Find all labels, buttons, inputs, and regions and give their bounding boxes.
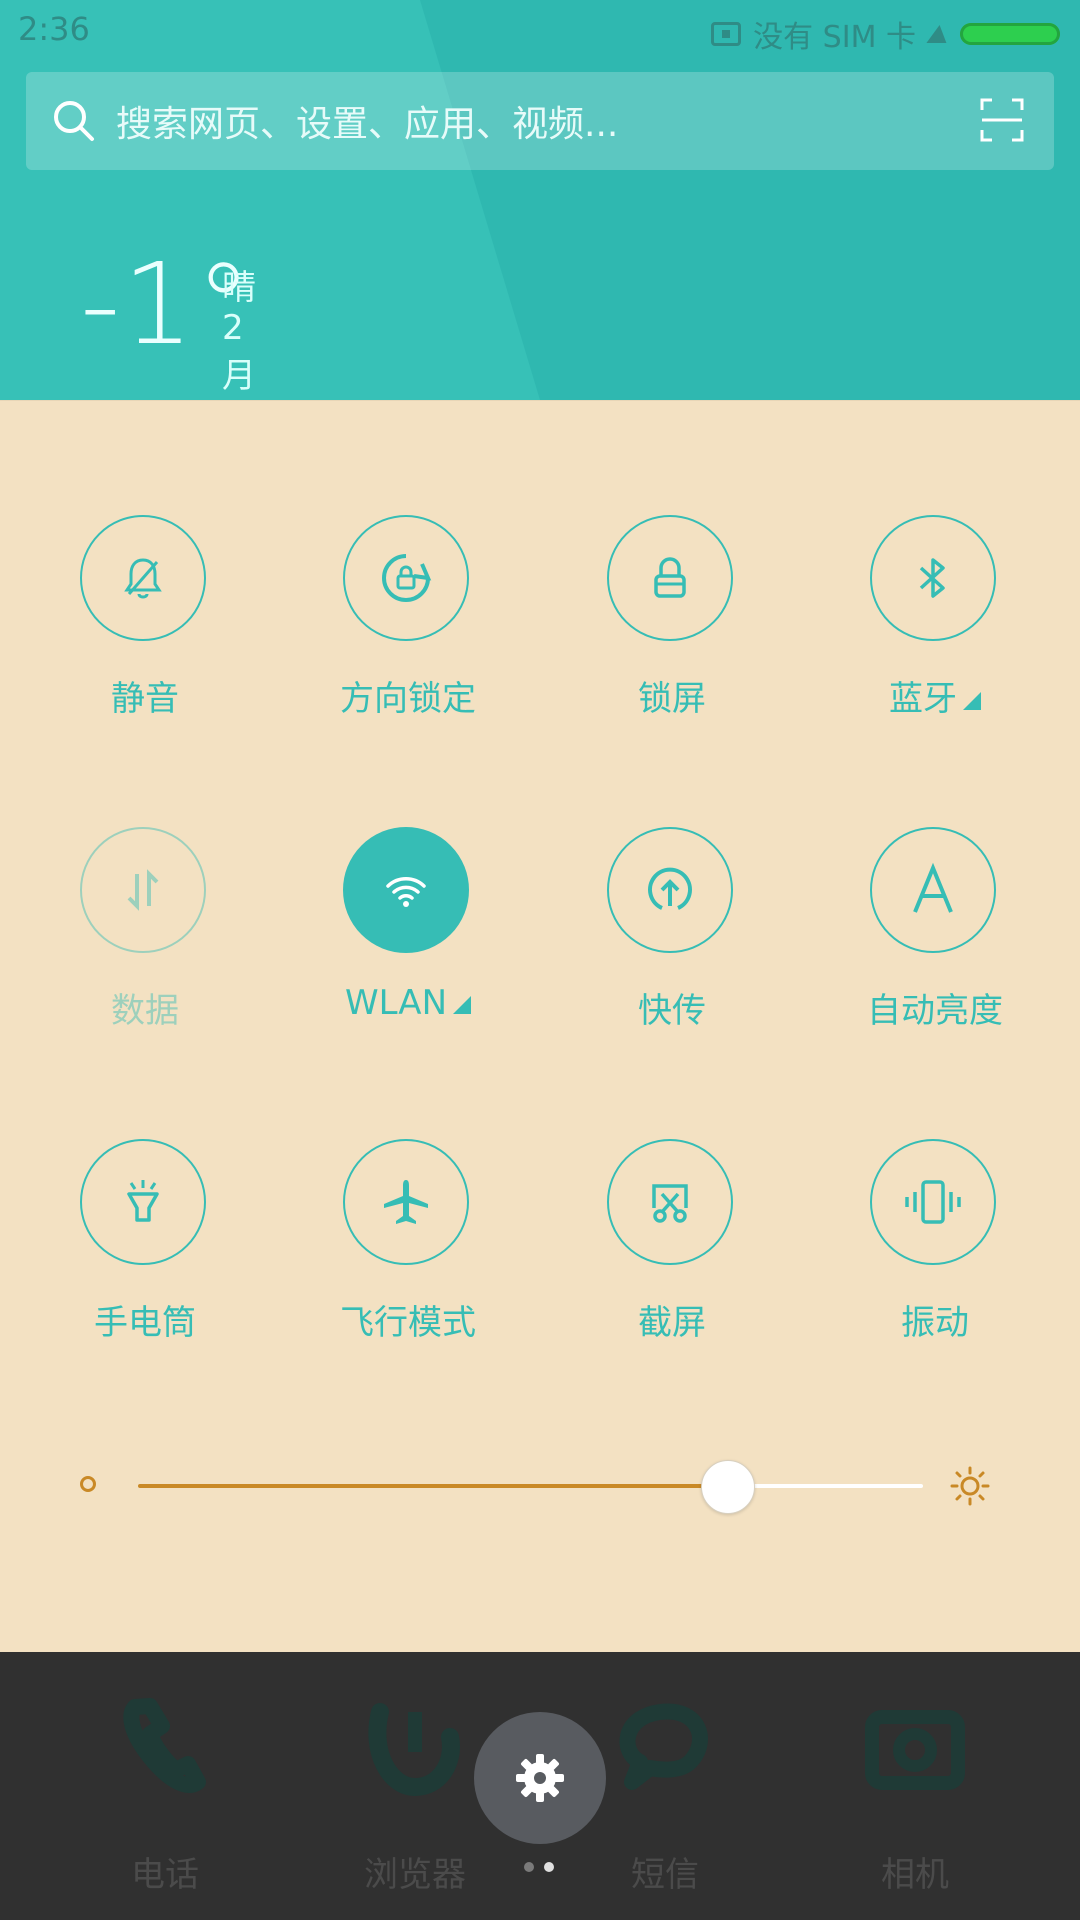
- menu-triangle-icon: [453, 996, 472, 1014]
- tile-rotation-lock[interactable]: 方向锁定: [263, 515, 523, 755]
- tile-label: 方向锁定: [340, 679, 476, 719]
- tile-auto-brightness[interactable]: 自动亮度: [790, 827, 1050, 1067]
- search-placeholder: 搜索网页、设置、应用、视频...: [116, 104, 619, 145]
- dock-label: 短信: [631, 1855, 699, 1895]
- tile-label-text: 蓝牙: [889, 679, 957, 719]
- brightness-thumb[interactable]: [700, 1460, 755, 1514]
- tile-label: 静音: [111, 679, 179, 719]
- tile-circle[interactable]: [607, 827, 733, 953]
- screenshot-icon: [652, 1184, 688, 1223]
- quick-settings-panel: 静音 方向锁定 锁屏 蓝牙 数据 WLAN 快传 自动亮度 手电筒 飞行模式 截…: [0, 400, 1080, 1653]
- vibrate-icon: [905, 1180, 961, 1224]
- search-icon: [54, 101, 94, 141]
- lock-icon: [654, 557, 686, 598]
- sim-icon: [711, 22, 742, 46]
- tile-label: 自动亮度: [867, 991, 1003, 1031]
- dock-label: 相机: [881, 1855, 949, 1895]
- tile-circle[interactable]: [607, 1139, 733, 1265]
- brightness-fill: [138, 1484, 727, 1488]
- dock-phone[interactable]: 电话: [45, 1692, 285, 1912]
- tile-label: 快传: [638, 991, 706, 1031]
- quick-transfer-icon: [648, 867, 692, 910]
- phone-icon: [123, 1698, 206, 1793]
- dock-label: 浏览器: [364, 1855, 466, 1895]
- tile-bluetooth[interactable]: 蓝牙: [790, 515, 1050, 755]
- tile-circle[interactable]: [343, 515, 469, 641]
- tile-mobile-data[interactable]: 数据: [0, 827, 260, 1067]
- tile-circle[interactable]: [870, 827, 996, 953]
- brightness-low-icon: [80, 1476, 96, 1492]
- tile-label: 手电筒: [94, 1303, 196, 1343]
- tile-circle[interactable]: [80, 1139, 206, 1265]
- status-bar: 2:36 没有 SIM 卡: [0, 0, 1080, 60]
- bluetooth-icon: [919, 558, 945, 598]
- scan-icon[interactable]: [980, 98, 1024, 142]
- tile-label: 数据: [111, 991, 179, 1031]
- gear-icon: [516, 1754, 564, 1802]
- settings-button[interactable]: [474, 1712, 606, 1844]
- status-time: 2:36: [18, 10, 90, 48]
- tile-label-text: WLAN: [344, 983, 448, 1023]
- tile-label: 振动: [901, 1303, 969, 1343]
- tile-circle[interactable]: [80, 827, 206, 953]
- auto-brightness-icon: [913, 862, 953, 913]
- dock-camera[interactable]: 相机: [795, 1692, 1035, 1912]
- tile-circle[interactable]: [870, 1139, 996, 1265]
- page-dot-1: [524, 1862, 534, 1872]
- rotation-lock-icon: [382, 554, 432, 602]
- menu-triangle-icon: [963, 692, 981, 710]
- tile-screenshot[interactable]: 截屏: [527, 1139, 787, 1379]
- header: 2:36 没有 SIM 卡 搜索网页、设置、应用、视频... -1° 晴 2月6…: [0, 0, 1080, 400]
- dock-label: 电话: [131, 1855, 199, 1895]
- tile-silent[interactable]: 静音: [0, 515, 260, 755]
- flashlight-icon: [127, 1180, 159, 1222]
- page-dot-2: [544, 1862, 554, 1872]
- brightness-track[interactable]: [138, 1460, 923, 1514]
- tile-label: 蓝牙: [790, 671, 1080, 720]
- tile-flashlight[interactable]: 手电筒: [0, 1139, 260, 1379]
- silent-bell-icon: [124, 558, 162, 599]
- tile-label: WLAN: [263, 983, 553, 1023]
- battery-icon: [960, 23, 1060, 45]
- weather-date: 2月6日 周二: [222, 308, 256, 400]
- wifi-icon: [386, 877, 426, 907]
- tile-quick-transfer[interactable]: 快传: [527, 827, 787, 1067]
- mobile-data-icon: [127, 869, 159, 911]
- tile-wlan[interactable]: WLAN: [263, 827, 523, 1067]
- tile-label: 截屏: [638, 1303, 706, 1343]
- tile-vibrate[interactable]: 振动: [790, 1139, 1050, 1379]
- brightness-high-icon: [950, 1466, 990, 1506]
- search-bar[interactable]: 搜索网页、设置、应用、视频...: [26, 72, 1054, 170]
- weather-condition: 晴: [222, 268, 256, 308]
- tile-circle[interactable]: [343, 827, 469, 953]
- tile-airplane[interactable]: 飞行模式: [263, 1139, 523, 1379]
- tile-circle[interactable]: [607, 515, 733, 641]
- tile-label: 锁屏: [638, 679, 706, 719]
- browser-icon: [368, 1703, 460, 1797]
- tile-circle[interactable]: [870, 515, 996, 641]
- charging-icon: [926, 25, 950, 43]
- brightness-slider[interactable]: [80, 1456, 990, 1516]
- page-indicator: [524, 1862, 554, 1872]
- camera-icon: [865, 1710, 965, 1790]
- sim-status-text: 没有 SIM 卡: [753, 20, 916, 55]
- tile-circle[interactable]: [80, 515, 206, 641]
- tile-label: 飞行模式: [340, 1303, 476, 1343]
- status-right: 没有 SIM 卡: [711, 12, 1060, 56]
- tile-circle[interactable]: [343, 1139, 469, 1265]
- message-icon: [619, 1703, 708, 1790]
- airplane-icon: [384, 1180, 428, 1224]
- tile-lock-screen[interactable]: 锁屏: [527, 515, 787, 755]
